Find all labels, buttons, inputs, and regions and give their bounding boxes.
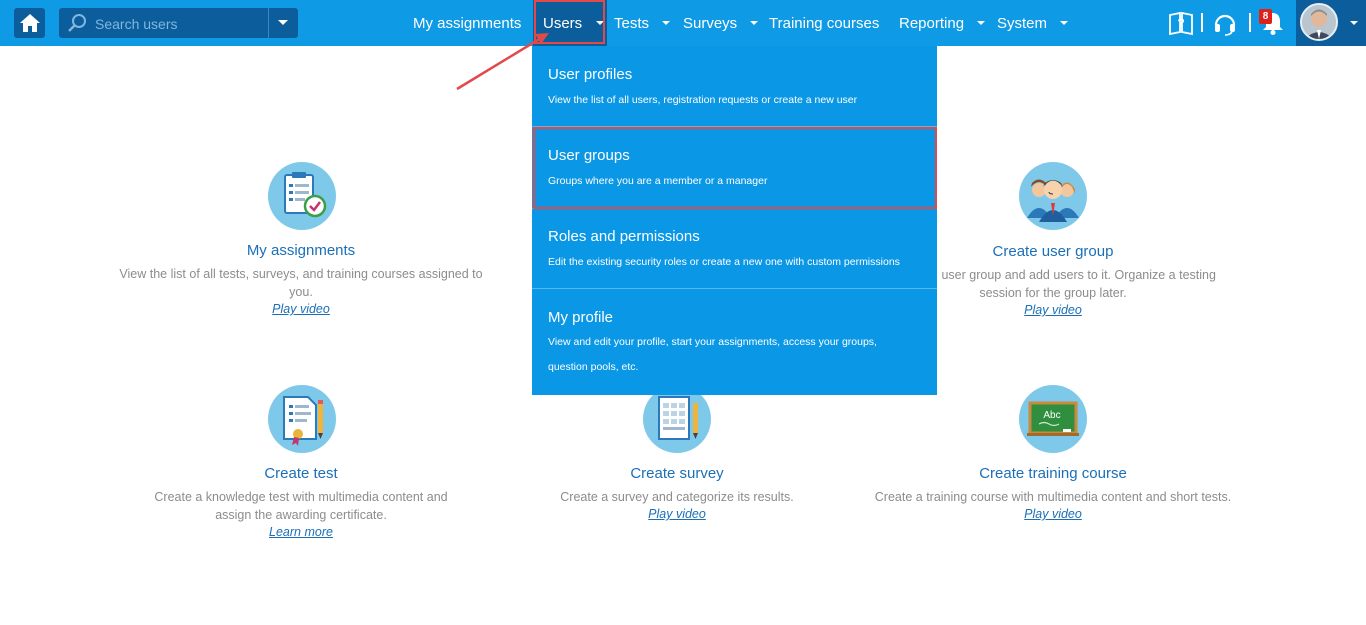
tile-description: Create a training course with multimedia…: [874, 490, 1232, 504]
tile-description: View the list of all tests, surveys, and…: [119, 267, 483, 299]
help-book-icon[interactable]: ?: [1168, 10, 1194, 36]
create-training-course-icon[interactable]: Abc: [1019, 385, 1087, 453]
toolbar-separator: [1201, 13, 1203, 32]
user-photo-icon: [1302, 5, 1336, 39]
clipboard-check-icon: [284, 172, 327, 218]
tile-title[interactable]: Create training course: [979, 465, 1127, 482]
create-test-icon[interactable]: [268, 385, 336, 453]
nav-item-label: Surveys: [683, 14, 738, 32]
survey-form-icon: [658, 396, 698, 440]
dropdown-item-description: View the list of all users, registration…: [548, 94, 858, 106]
chalkboard-icon: Abc: [1027, 401, 1079, 436]
chevron-down-icon: [750, 21, 759, 25]
tile-description: Create a user group and add users to it.…: [890, 268, 1216, 300]
dropdown-item-title: User profiles: [548, 66, 633, 83]
nav-item-reporting[interactable]: Reporting: [899, 0, 986, 46]
users-menu-highlight-box: [534, 0, 605, 44]
chevron-down-icon: [662, 21, 671, 25]
learn-more-link[interactable]: Learn more: [269, 525, 333, 539]
create-user-group-icon[interactable]: [1019, 162, 1087, 230]
tile-description: Create a knowledge test with multimedia …: [154, 490, 448, 522]
user-group-icon: [1027, 179, 1079, 222]
dropdown-item-roles-and-permissions[interactable]: Roles and permissions Edit the existing …: [532, 208, 937, 288]
user-groups-highlight-box: [533, 127, 937, 209]
nav-item-training-courses[interactable]: Training courses: [769, 0, 879, 46]
dropdown-item-title: My profile: [548, 309, 614, 326]
search-divider: [268, 8, 269, 38]
headset-support-icon[interactable]: [1212, 10, 1238, 36]
svg-text:?: ?: [1177, 16, 1184, 30]
dropdown-item-my-profile[interactable]: My profile View and edit your profile, s…: [532, 289, 937, 395]
users-dropdown-menu: User profiles View the list of all users…: [532, 46, 937, 395]
create-survey-icon[interactable]: [643, 385, 711, 453]
play-video-link[interactable]: Play video: [1024, 507, 1082, 521]
chalkboard-text: Abc: [1043, 410, 1060, 421]
chevron-down-icon: [977, 21, 986, 25]
nav-item-surveys[interactable]: Surveys: [683, 0, 759, 46]
nav-item-label: System: [997, 14, 1048, 32]
dropdown-item-description: View and edit your profile, start your a…: [548, 336, 877, 373]
search-box: [59, 8, 322, 38]
play-video-link[interactable]: Play video: [1024, 303, 1082, 317]
nav-item-label: Training courses: [769, 14, 880, 32]
tile-description: Create a survey and categorize its resul…: [560, 490, 794, 504]
search-options-caret-icon[interactable]: [278, 20, 288, 25]
nav-item-label: Reporting: [899, 14, 965, 32]
nav-item-label: Tests: [614, 14, 650, 32]
play-video-link[interactable]: Play video: [272, 302, 330, 316]
dropdown-item-description: Edit the existing security roles or crea…: [548, 256, 900, 268]
toolbar-separator: [1249, 13, 1251, 32]
dropdown-item-user-profiles[interactable]: User profiles View the list of all users…: [532, 46, 937, 126]
home-button[interactable]: [14, 8, 45, 38]
home-icon: [19, 14, 40, 32]
notification-count-badge: 8: [1259, 9, 1272, 24]
tile-title[interactable]: Create survey: [630, 465, 723, 482]
nav-item-system[interactable]: System: [997, 0, 1069, 46]
nav-item-tests[interactable]: Tests: [614, 0, 671, 46]
my-assignments-icon[interactable]: [268, 162, 336, 230]
tile-title[interactable]: My assignments: [247, 242, 355, 259]
search-icon: [68, 14, 86, 32]
tile-title[interactable]: Create test: [264, 465, 337, 482]
nav-item-label: My assignments: [413, 14, 522, 32]
avatar[interactable]: [1300, 3, 1338, 41]
nav-item-my-assignments[interactable]: My assignments: [413, 0, 521, 46]
dropdown-item-title: Roles and permissions: [548, 228, 700, 245]
chevron-down-icon: [1060, 21, 1069, 25]
tile-title[interactable]: Create user group: [993, 243, 1114, 260]
play-video-link[interactable]: Play video: [648, 507, 706, 521]
test-document-icon: [283, 396, 323, 446]
chevron-down-icon[interactable]: [1350, 21, 1358, 25]
